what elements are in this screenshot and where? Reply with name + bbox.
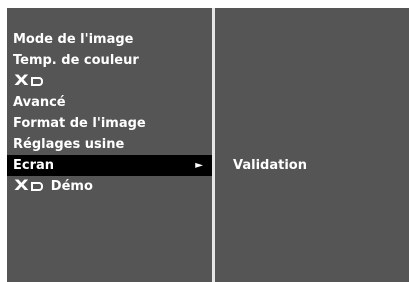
menu-item-label: Mode de l'image xyxy=(13,32,134,47)
menu-item-color-temperature[interactable]: Temp. de couleur xyxy=(7,50,212,71)
arrow-right-icon: ► xyxy=(195,160,203,171)
xd-logo-icon: X xyxy=(13,71,43,92)
menu-item-label: Format de l'image xyxy=(13,116,146,131)
menu-item-aspect-ratio[interactable]: Format de l'image xyxy=(7,113,212,134)
xd-logo-x: X xyxy=(14,178,29,194)
menu-item-advanced[interactable]: Avancé xyxy=(7,92,212,113)
submenu-panel: Validation xyxy=(215,8,409,282)
menu-item-label: Ecran xyxy=(13,158,55,173)
xd-logo-d xyxy=(30,77,43,86)
menu-item-picture-mode[interactable]: Mode de l'image xyxy=(7,29,212,50)
xd-logo-d xyxy=(30,182,43,191)
xd-logo-x: X xyxy=(14,73,29,89)
submenu-item-validation[interactable]: Validation xyxy=(233,155,307,176)
menu-item-xd[interactable]: X xyxy=(7,71,212,92)
osd-menu: Mode de l'image Temp. de couleur X Avanc… xyxy=(7,8,409,282)
menu-item-label: Réglages usine xyxy=(13,137,125,152)
menu-item-screen[interactable]: Ecran ► xyxy=(7,155,212,176)
menu-item-xd-demo[interactable]: X Démo xyxy=(7,176,212,197)
menu-item-factory-reset[interactable]: Réglages usine xyxy=(7,134,212,155)
main-menu-list: Mode de l'image Temp. de couleur X Avanc… xyxy=(7,29,212,197)
xd-logo-icon: X xyxy=(13,176,43,197)
main-menu-panel: Mode de l'image Temp. de couleur X Avanc… xyxy=(7,8,212,282)
menu-item-label: Temp. de couleur xyxy=(13,53,139,68)
menu-item-label: Démo xyxy=(50,179,93,194)
submenu-item-label: Validation xyxy=(233,158,307,173)
menu-item-label: Avancé xyxy=(13,95,66,110)
